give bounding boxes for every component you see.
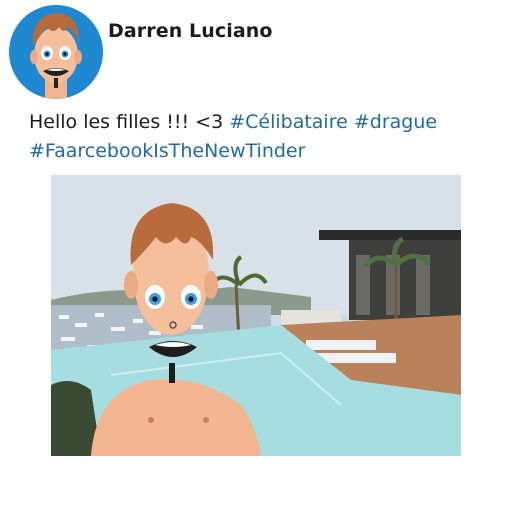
post-image[interactable]: [51, 175, 461, 456]
post-text: Hello les filles !!! <3 #Célibataire #dr…: [29, 108, 489, 166]
post-message: Hello les filles !!! <3: [29, 111, 230, 133]
hashtag-celibataire[interactable]: #Célibataire: [229, 111, 348, 133]
avatar-cartoon-icon: [30, 13, 82, 99]
photo-icon: [51, 175, 461, 456]
hashtag-drague[interactable]: #drague: [354, 111, 437, 133]
author-avatar[interactable]: [9, 5, 103, 99]
author-name[interactable]: Darren Luciano: [108, 20, 273, 42]
hashtag-faarcebook[interactable]: #FaarcebookIsTheNewTinder: [29, 140, 305, 162]
